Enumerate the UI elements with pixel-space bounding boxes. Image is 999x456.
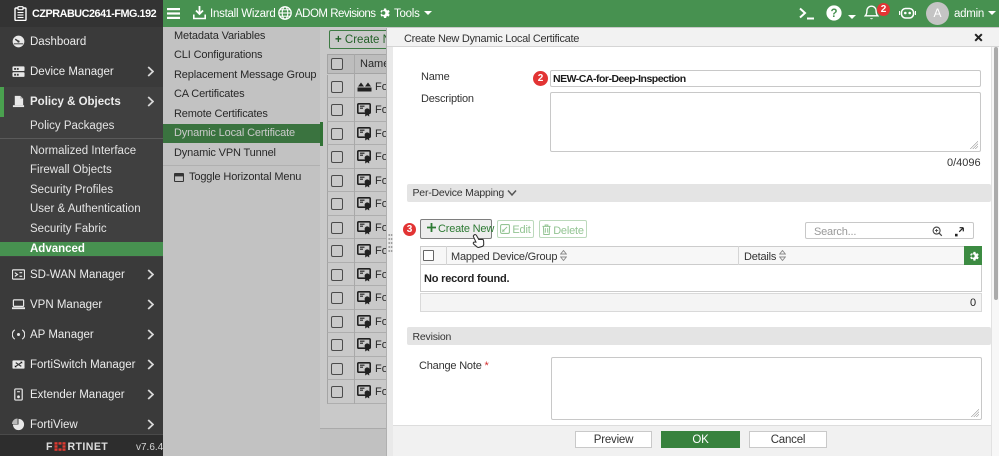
svg-text:?: ? [830, 8, 837, 20]
svg-text:RTINET: RTINET [68, 442, 109, 451]
svg-text:F: F [46, 442, 53, 451]
